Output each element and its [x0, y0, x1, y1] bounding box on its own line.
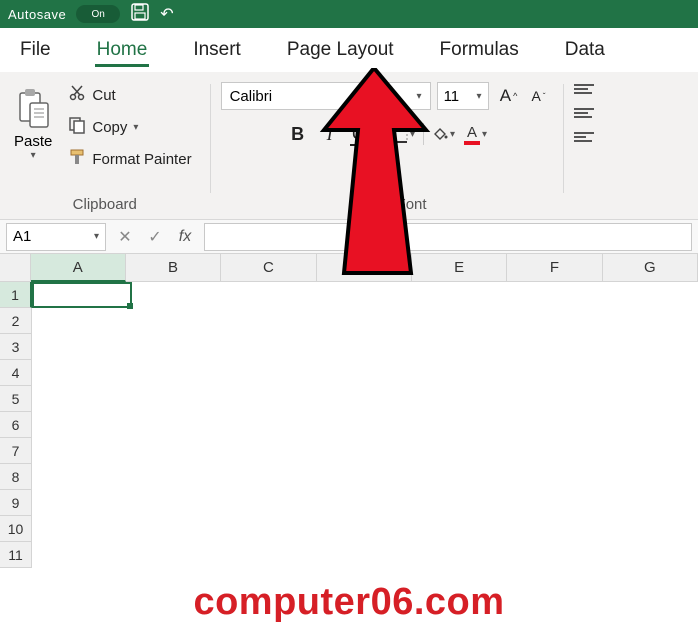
row-header[interactable]: 11: [0, 542, 32, 568]
group-clipboard: Paste ▾ Cut Copy ▾ Format Painter C: [0, 78, 210, 219]
format-painter-icon: [68, 148, 86, 170]
increase-font-button[interactable]: A^: [495, 82, 523, 110]
tab-data[interactable]: Data: [563, 33, 607, 67]
column-header[interactable]: E: [412, 254, 507, 282]
underline-button[interactable]: U▾: [348, 120, 376, 148]
active-cell[interactable]: [32, 282, 132, 308]
align-left-button[interactable]: [574, 132, 600, 150]
row-header[interactable]: 5: [0, 386, 32, 412]
name-box-value: A1: [13, 228, 31, 245]
column-header[interactable]: A: [31, 254, 126, 282]
row-header[interactable]: 2: [0, 308, 32, 334]
italic-button[interactable]: I: [316, 120, 344, 148]
bold-button[interactable]: B: [284, 120, 312, 148]
column-header[interactable]: C: [221, 254, 316, 282]
chevron-down-icon: ▾: [410, 129, 415, 140]
paste-icon: [16, 89, 50, 129]
column-header[interactable]: G: [603, 254, 698, 282]
watermark-text: computer06.com: [0, 581, 698, 624]
borders-button[interactable]: ▾: [389, 120, 417, 148]
paste-label: Paste: [14, 133, 52, 150]
tab-home[interactable]: Home: [95, 33, 150, 67]
tab-formulas[interactable]: Formulas: [438, 33, 521, 67]
row-header[interactable]: 4: [0, 360, 32, 386]
align-middle-button[interactable]: [574, 108, 600, 126]
format-painter-label: Format Painter: [92, 151, 191, 168]
chevron-down-icon: ▾: [31, 150, 36, 161]
copy-button[interactable]: Copy ▾: [62, 114, 197, 140]
paste-button[interactable]: Paste ▾: [8, 78, 58, 172]
chevron-down-icon: ▾: [450, 129, 455, 140]
column-header[interactable]: D: [317, 254, 412, 282]
row-header[interactable]: 3: [0, 334, 32, 360]
clipboard-group-label: Clipboard: [0, 196, 210, 213]
row-header[interactable]: 10: [0, 516, 32, 542]
row-header[interactable]: 6: [0, 412, 32, 438]
copy-label: Copy: [92, 119, 127, 136]
row-header[interactable]: 7: [0, 438, 32, 464]
fill-color-button[interactable]: ▾: [430, 120, 458, 148]
formula-bar: A1 ▾ ✕ ✓ fx: [0, 220, 698, 254]
row-header[interactable]: 1: [0, 282, 32, 308]
cut-label: Cut: [92, 87, 115, 104]
column-header[interactable]: F: [507, 254, 602, 282]
chevron-down-icon: ▾: [417, 91, 422, 102]
name-box[interactable]: A1 ▾: [6, 223, 106, 251]
chevron-down-icon: ▾: [94, 231, 99, 242]
undo-icon[interactable]: ↶: [160, 4, 173, 24]
insert-function-button[interactable]: fx: [170, 223, 200, 251]
row-header[interactable]: 9: [0, 490, 32, 516]
column-header[interactable]: B: [126, 254, 221, 282]
cut-button[interactable]: Cut: [62, 82, 197, 108]
format-painter-button[interactable]: Format Painter: [62, 146, 197, 172]
decrease-font-button[interactable]: Aˇ: [525, 82, 553, 110]
cancel-button[interactable]: ✕: [110, 223, 140, 251]
separator: [423, 123, 424, 145]
ribbon: Paste ▾ Cut Copy ▾ Format Painter C: [0, 72, 698, 220]
chevron-down-icon: ▾: [133, 122, 138, 133]
align-top-button[interactable]: [574, 84, 600, 102]
font-group-label: Font: [261, 196, 563, 213]
formula-input[interactable]: [204, 223, 692, 251]
row-header[interactable]: 8: [0, 464, 32, 490]
enter-button[interactable]: ✓: [140, 223, 170, 251]
column-headers: ABCDEFG: [0, 254, 698, 282]
tab-page-layout[interactable]: Page Layout: [285, 33, 396, 67]
font-size-selector[interactable]: 11 ▾: [437, 82, 489, 110]
autosave-label: Autosave: [8, 7, 66, 22]
title-bar: Autosave On ↶: [0, 0, 698, 28]
tab-insert[interactable]: Insert: [191, 33, 243, 67]
font-size-value: 11: [444, 88, 460, 105]
chevron-down-icon: ▾: [369, 129, 374, 140]
separator: [382, 123, 383, 145]
font-name-value: Calibri: [230, 88, 273, 105]
worksheet: ABCDEFG 1234567891011: [0, 254, 698, 568]
copy-icon: [68, 116, 86, 138]
chevron-down-icon: ▾: [482, 129, 487, 140]
chevron-down-icon: ▾: [477, 91, 482, 102]
cells-area[interactable]: [32, 282, 698, 568]
font-name-selector[interactable]: Calibri ▾: [221, 82, 431, 110]
ribbon-tabs: File Home Insert Page Layout Formulas Da…: [0, 28, 698, 72]
scissors-icon: [68, 84, 86, 106]
autosave-toggle[interactable]: On: [76, 5, 120, 23]
font-color-button[interactable]: A ▾: [462, 120, 490, 148]
save-icon[interactable]: [130, 2, 150, 27]
group-alignment: [564, 78, 610, 219]
group-font: Calibri ▾ 11 ▾ A^ Aˇ B I U▾ ▾: [211, 78, 563, 219]
tab-file[interactable]: File: [18, 33, 53, 67]
select-all-corner[interactable]: [0, 254, 31, 282]
row-headers: 1234567891011: [0, 282, 32, 568]
